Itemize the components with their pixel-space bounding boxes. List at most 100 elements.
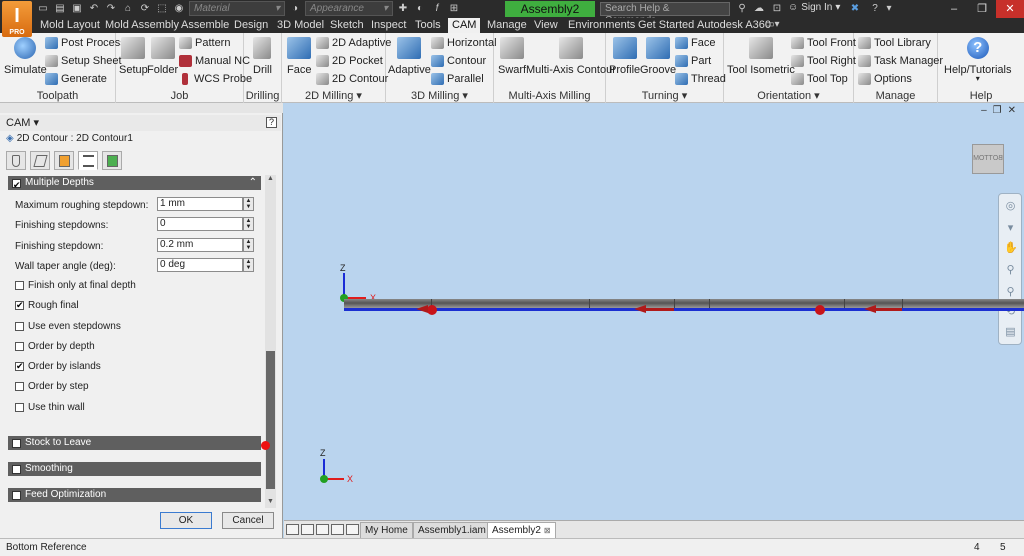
minimize-icon[interactable]: – [981, 105, 987, 116]
list-icon[interactable] [346, 524, 359, 535]
simulate-button[interactable]: Simulate [4, 37, 47, 76]
finish-only-at-final-depth-option[interactable]: Finish only at final depth [15, 280, 136, 291]
panel-title-2d-milling[interactable]: 2D Milling ▾ [282, 89, 385, 103]
minimize-icon[interactable]: – [940, 0, 968, 18]
wall-taper-angle-spinner[interactable]: ▲ ▼ [243, 258, 254, 272]
use-even-stepdowns-checkbox[interactable] [15, 322, 24, 331]
scrollbar-thumb[interactable] [266, 351, 275, 489]
sign-in[interactable]: ☺ Sign In ▾ [788, 2, 840, 13]
profile-button[interactable]: Profile [609, 37, 640, 76]
scroll-up-icon[interactable]: ▲ [265, 175, 276, 185]
pan-icon[interactable]: ✋ [1004, 242, 1018, 255]
close-icon[interactable]: ✕ [1008, 105, 1016, 116]
tab-environments[interactable]: Environments [568, 18, 635, 33]
tab-heights[interactable] [54, 151, 74, 170]
use-thin-wall-option[interactable]: Use thin wall [15, 402, 85, 413]
tab-cam[interactable]: CAM [448, 18, 481, 33]
use-thin-wall-checkbox[interactable] [15, 403, 24, 412]
order-by-islands-checkbox[interactable] [15, 361, 24, 372]
graphics-viewport[interactable]: – ❐ ✕ BOTTOM ◎ ▾ ✋ ⚲ ⚲ ⟲ ▤ Z X Z X [284, 103, 1024, 520]
folder-button[interactable]: Folder [147, 37, 178, 76]
part-edge-geometry[interactable] [344, 299, 1024, 308]
rough-final-option[interactable]: Rough final [15, 300, 79, 311]
2d-adaptive-button[interactable]: 2D Adaptive [316, 37, 391, 49]
chevron-down-icon[interactable]: ▾ [882, 2, 896, 16]
tool-front-button[interactable]: Tool Front [791, 37, 856, 49]
tile-horizontal-icon[interactable] [316, 524, 329, 535]
zoom-icon[interactable]: ⚲ [1004, 264, 1017, 277]
fx-icon[interactable]: f [430, 2, 444, 16]
look-at-icon[interactable]: ▤ [1004, 326, 1017, 339]
tab-3d-model[interactable]: 3D Model [277, 18, 324, 33]
tab-inspect[interactable]: Inspect [371, 18, 406, 33]
order-by-depth-option[interactable]: Order by depth [15, 341, 95, 352]
cart-icon[interactable]: ⊡ [770, 2, 784, 16]
rough-final-checkbox[interactable] [15, 300, 24, 311]
section-feed-optimization[interactable]: Feed Optimization [8, 488, 261, 502]
tab-get-started[interactable]: Get Started [638, 18, 694, 33]
face-button[interactable]: Face [287, 37, 311, 76]
finishing-stepdown-spinner[interactable]: ▲ ▼ [243, 238, 254, 252]
restore-icon[interactable]: ❐ [993, 105, 1002, 116]
doc-tab-assembly2[interactable]: Assembly2 ⊠ [487, 522, 556, 538]
turning-face-button[interactable]: Face [675, 37, 715, 49]
horizontal-button[interactable]: Horizontal [431, 37, 497, 49]
finishing-stepdown-input[interactable]: 0.2 mm [157, 238, 243, 252]
tab-view[interactable]: View [534, 18, 558, 33]
panel-help-icon[interactable]: ? [266, 117, 277, 128]
order-by-step-checkbox[interactable] [15, 382, 24, 391]
feed-optimization-checkbox[interactable] [12, 490, 21, 500]
steering-wheel-icon[interactable]: ◎ [1004, 200, 1017, 213]
scroll-down-icon[interactable]: ▼ [265, 498, 276, 508]
binoculars-icon[interactable]: ⚲ [735, 2, 749, 16]
new-icon[interactable]: ▭ [36, 2, 50, 16]
2d-contour-button[interactable]: 2D Contour [316, 73, 388, 85]
tool-right-button[interactable]: Tool Right [791, 55, 856, 67]
order-by-step-option[interactable]: Order by step [15, 381, 89, 392]
open-icon[interactable]: ▤ [53, 2, 67, 16]
section-multiple-depths[interactable]: Multiple Depths ⌃ [8, 176, 261, 192]
tool-library-button[interactable]: Tool Library [858, 37, 931, 49]
setup-sheet-button[interactable]: Setup Sheet [45, 55, 122, 67]
viewcube[interactable]: BOTTOM [972, 144, 1004, 174]
tool-top-button[interactable]: Tool Top [791, 73, 848, 85]
cancel-button[interactable]: Cancel [222, 512, 274, 529]
stock-to-leave-checkbox[interactable] [12, 438, 21, 448]
tab-assemble[interactable]: Assemble [181, 18, 229, 33]
tab-geometry[interactable] [30, 151, 50, 170]
tab-linking[interactable] [102, 151, 122, 170]
tab-sketch[interactable]: Sketch [330, 18, 364, 33]
app-logo[interactable]: I PRO [2, 1, 32, 37]
close-tab-icon[interactable]: ⊠ [544, 526, 551, 535]
undo-icon[interactable]: ↶ [87, 2, 101, 16]
zoom-window-icon[interactable]: ⚲ [1004, 286, 1017, 299]
smoothing-checkbox[interactable] [12, 464, 21, 474]
multiple-depths-checkbox[interactable] [12, 178, 21, 192]
save-icon[interactable]: ▣ [70, 2, 84, 16]
help-tutorials-button[interactable]: ? Help/Tutorials ▾ [944, 37, 1011, 83]
help-icon[interactable]: ? [868, 2, 882, 16]
appearance-dropdown[interactable]: Appearance ▾ [305, 1, 393, 16]
doc-tab-my-home[interactable]: My Home [360, 522, 413, 538]
panel-scrollbar[interactable]: ▲ ▼ [265, 175, 276, 508]
collapse-icon[interactable]: ⌃ [249, 176, 257, 190]
qat-more-icon[interactable]: ⊞ [447, 2, 461, 16]
order-by-depth-checkbox[interactable] [15, 342, 24, 351]
panel-title-3d-milling[interactable]: 3D Milling ▾ [386, 89, 493, 103]
max-roughing-stepdown-input[interactable]: 1 mm [157, 197, 243, 211]
multi-axis-contour-button[interactable]: Multi-Axis Contour [526, 37, 616, 76]
ok-button[interactable]: OK [160, 512, 212, 529]
tab-tools[interactable]: Tools [415, 18, 441, 33]
part-button[interactable]: Part [675, 55, 711, 67]
task-manager-button[interactable]: Task Manager [858, 55, 943, 67]
order-by-islands-option[interactable]: Order by islands [15, 361, 101, 372]
redo-icon[interactable]: ↷ [104, 2, 118, 16]
toolpath-line[interactable] [344, 308, 1024, 311]
select-icon[interactable]: ⬚ [155, 2, 169, 16]
use-even-stepdowns-option[interactable]: Use even stepdowns [15, 321, 121, 332]
wcs-probe-button[interactable]: WCS Probe [179, 73, 252, 85]
pattern-button[interactable]: Pattern [179, 37, 230, 49]
panel-title-turning[interactable]: Turning ▾ [606, 89, 723, 103]
clear-appearance-icon[interactable]: ✚ [396, 2, 410, 16]
drill-button[interactable]: Drill [253, 37, 272, 76]
